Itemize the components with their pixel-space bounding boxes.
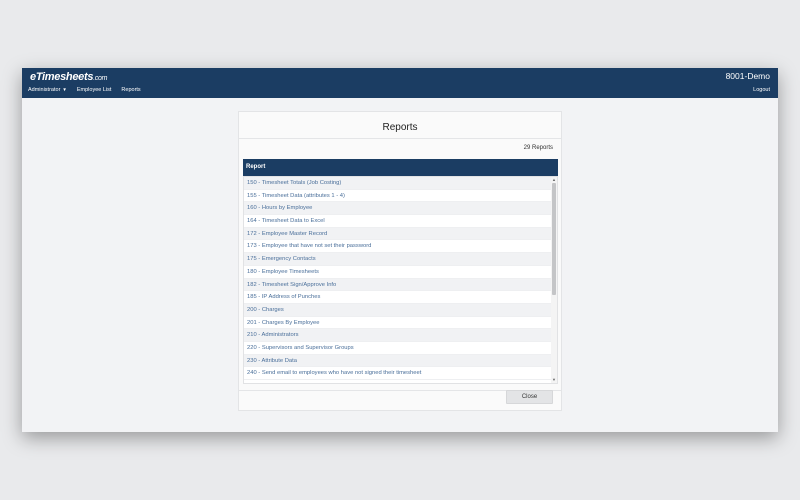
reports-rows: 150 - Timesheet Totals (Job Costing) 155 …	[244, 177, 553, 380]
report-row[interactable]: 200 - Charges	[244, 303, 553, 317]
report-row[interactable]: 160 - Hours by Employee	[244, 202, 553, 216]
scroll-thumb[interactable]	[552, 183, 556, 295]
report-row[interactable]: 172 - Employee Master Record	[244, 227, 553, 241]
report-row[interactable]: 180 - Employee Timesheets	[244, 265, 553, 279]
list-scrollbar[interactable]: ▲ ▼	[551, 177, 557, 383]
reports-list: 150 - Timesheet Totals (Job Costing) 155 …	[243, 176, 558, 384]
logout-link[interactable]: Logout	[753, 87, 770, 93]
scroll-down-arrow-icon[interactable]: ▼	[551, 377, 557, 383]
report-row[interactable]: 150 - Timesheet Totals (Job Costing)	[244, 177, 553, 190]
report-row[interactable]: 210 - Administrators	[244, 329, 553, 342]
company-name: 8001-Demo	[725, 71, 770, 81]
logo-suffix-text: .com	[93, 75, 108, 82]
report-column-header: Report	[243, 159, 558, 176]
report-row[interactable]: 182 - Timesheet Sign/Approve Info	[244, 278, 553, 292]
caret-down-icon: ▼	[62, 87, 67, 92]
report-row[interactable]: 185 - IP Address of Punches	[244, 291, 553, 304]
report-row[interactable]: 230 - Attribute Data	[244, 354, 553, 368]
top-navbar: eTimesheets.com 8001-Demo Administrator ▼…	[22, 68, 778, 98]
title-divider	[239, 138, 561, 139]
main-nav: Administrator ▼ Employee List Reports	[28, 87, 141, 93]
reports-modal: Reports 29 Reports Report 150 - Timeshee…	[238, 111, 562, 411]
report-count: 29 Reports	[523, 145, 553, 151]
report-row[interactable]: 164 - Timesheet Data to Excel	[244, 215, 553, 228]
nav-employee-list[interactable]: Employee List	[77, 87, 112, 93]
close-button[interactable]: Close	[506, 390, 553, 404]
nav-administrator-label: Administrator	[28, 87, 61, 93]
etimesheets-logo[interactable]: eTimesheets.com	[30, 71, 107, 83]
report-row[interactable]: 220 - Supervisors and Supervisor Groups	[244, 341, 553, 355]
logo-main-text: eTimesheets	[30, 71, 94, 83]
app-window: eTimesheets.com 8001-Demo Administrator ▼…	[22, 68, 778, 432]
report-row[interactable]: 240 - Send email to employees who have n…	[244, 367, 553, 380]
nav-administrator[interactable]: Administrator ▼	[28, 87, 67, 93]
nav-reports[interactable]: Reports	[121, 87, 140, 93]
modal-title: Reports	[382, 122, 418, 133]
report-row[interactable]: 201 - Charges By Employee	[244, 316, 553, 330]
report-row[interactable]: 155 - Timesheet Data (attributes 1 - 4)	[244, 189, 553, 203]
report-row[interactable]: 175 - Emergency Contacts	[244, 253, 553, 266]
report-row[interactable]: 173 - Employee that have not set their p…	[244, 240, 553, 254]
